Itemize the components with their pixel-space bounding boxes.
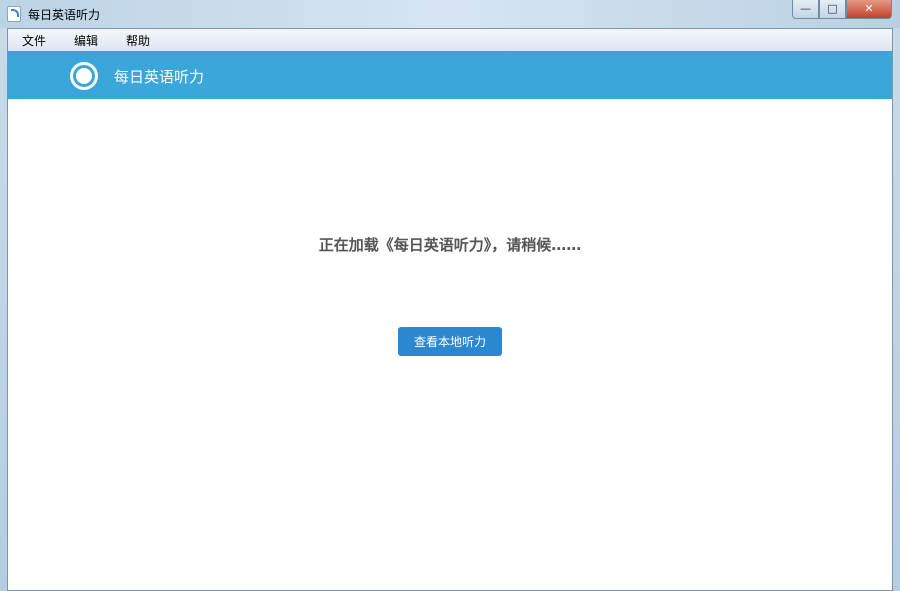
app-header: 每日英语听力: [8, 51, 892, 99]
app-window: 文件 编辑 帮助 每日英语听力 正在加载《每日英语听力》，请稍候…… 查看本地听…: [7, 28, 893, 591]
logo-icon: [70, 62, 98, 90]
menu-help[interactable]: 帮助: [126, 32, 150, 49]
close-button[interactable]: ✕: [846, 0, 892, 19]
menu-bar: 文件 编辑 帮助: [8, 29, 892, 51]
loading-message: 正在加载《每日英语听力》，请稍候……: [318, 236, 582, 254]
maximize-button[interactable]: □: [819, 0, 846, 19]
header-title: 每日英语听力: [114, 68, 205, 86]
app-icon: [7, 6, 21, 22]
minimize-button[interactable]: —: [792, 0, 819, 19]
view-local-button[interactable]: 查看本地听力: [398, 327, 502, 356]
menu-file[interactable]: 文件: [22, 32, 46, 49]
title-bar: 每日英语听力 — □ ✕: [0, 0, 900, 28]
window-title: 每日英语听力: [28, 8, 101, 22]
menu-edit[interactable]: 编辑: [74, 32, 98, 49]
